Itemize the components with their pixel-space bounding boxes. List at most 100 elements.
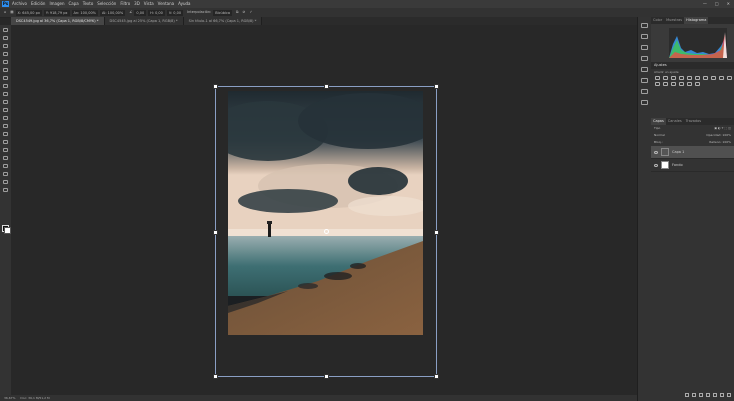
history-brush-tool-icon[interactable] <box>2 108 9 113</box>
exposure-icon[interactable] <box>679 76 684 80</box>
filter-icons[interactable]: ▣ ◐ T ⬚ ◫ <box>714 125 731 132</box>
warp-icon[interactable]: ⧉ <box>236 8 239 17</box>
character-panel-icon[interactable] <box>641 78 648 83</box>
reference-point-icon[interactable] <box>324 229 329 234</box>
dodge-tool-icon[interactable] <box>2 140 9 145</box>
eyedropper-tool-icon[interactable] <box>2 76 9 81</box>
blend-mode-select[interactable]: Normal <box>654 132 665 139</box>
shape-tool-icon[interactable] <box>2 172 9 177</box>
lasso-tool-icon[interactable] <box>2 44 9 49</box>
transform-handle-bottom-center[interactable] <box>324 374 329 379</box>
history-panel-icon[interactable] <box>641 23 648 28</box>
transform-handle-top-left[interactable] <box>213 84 218 89</box>
tab-document-2[interactable]: DSC4545.jpg al 25% (Capa 1, RGB/8) * <box>104 17 184 25</box>
transform-handle-middle-right[interactable] <box>434 230 439 235</box>
transform-handle-bottom-right[interactable] <box>434 374 439 379</box>
quick-select-tool-icon[interactable] <box>2 52 9 57</box>
commit-transform-icon[interactable]: ✓ <box>249 8 252 17</box>
hskew-field[interactable]: H: 0,00 <box>148 9 165 16</box>
crop-tool-icon[interactable] <box>2 60 9 65</box>
layer-row-capa-1[interactable]: Capa 1 <box>651 146 734 159</box>
zoom-level[interactable]: 36,67% <box>4 396 15 400</box>
layer-filter-select[interactable]: Tipo <box>654 125 660 132</box>
invert-icon[interactable] <box>663 82 668 86</box>
selective-color-icon[interactable] <box>695 82 700 86</box>
opacity-field[interactable]: Opacidad: 100% <box>706 132 731 139</box>
type-tool-icon[interactable] <box>2 156 9 161</box>
brush-settings-icon[interactable] <box>641 56 648 61</box>
clone-stamp-tool-icon[interactable] <box>2 100 9 105</box>
brightness-contrast-icon[interactable] <box>655 76 660 80</box>
visibility-eye-icon[interactable] <box>654 163 658 167</box>
close-button[interactable]: ✕ <box>727 0 730 8</box>
info-panel-icon[interactable] <box>641 45 648 50</box>
maximize-button[interactable]: □ <box>715 0 719 8</box>
levels-icon[interactable] <box>663 76 668 80</box>
adjustments-title[interactable]: Ajustes <box>651 62 734 69</box>
tab-document-1[interactable]: DSC4549.jpg al 36,7% (Capa 1, RGB/8/CMYK… <box>11 17 105 25</box>
reference-point-icon[interactable]: ▦ <box>10 8 13 17</box>
pen-tool-icon[interactable] <box>2 148 9 153</box>
fill-field[interactable]: Relleno: 100% <box>709 139 731 146</box>
path-select-tool-icon[interactable] <box>2 164 9 169</box>
interpolation-select[interactable]: Bicúbica <box>213 9 233 16</box>
menu-capa[interactable]: Capa <box>69 0 79 8</box>
tab-layers[interactable]: Capas <box>651 118 666 125</box>
home-icon[interactable]: ⌂ <box>4 8 6 17</box>
background-color-swatch[interactable] <box>4 227 11 234</box>
layer-style-icon[interactable] <box>692 393 696 397</box>
link-layers-icon[interactable] <box>685 393 689 397</box>
angle-field[interactable]: 0,00 <box>134 9 147 16</box>
color-lookup-icon[interactable] <box>655 82 660 86</box>
menu-filtro[interactable]: Filtro <box>120 0 130 8</box>
vibrance-icon[interactable] <box>687 76 692 80</box>
glyphs-panel-icon[interactable] <box>641 89 648 94</box>
tab-document-3[interactable]: Sin título-1 al 66,7% (Capa 1, RGB/8) * <box>183 17 263 25</box>
tab-swatches[interactable]: Muestras <box>664 17 684 24</box>
delete-layer-icon[interactable] <box>727 393 731 397</box>
blur-tool-icon[interactable] <box>2 132 9 137</box>
transform-handle-bottom-left[interactable] <box>213 374 218 379</box>
group-icon[interactable] <box>713 393 717 397</box>
channel-mixer-icon[interactable] <box>727 76 732 80</box>
healing-brush-tool-icon[interactable] <box>2 84 9 89</box>
x-field[interactable]: X: 645,00 px <box>15 9 42 16</box>
vskew-field[interactable]: V: 0,00 <box>166 9 184 16</box>
adjustment-layer-icon[interactable] <box>706 393 710 397</box>
hue-saturation-icon[interactable] <box>695 76 700 80</box>
zoom-tool-icon[interactable] <box>2 188 9 193</box>
height-field[interactable]: Al: 100,00% <box>100 9 126 16</box>
visibility-eye-icon[interactable] <box>654 150 658 154</box>
hand-tool-icon[interactable] <box>2 180 9 185</box>
tab-paths[interactable]: Trazados <box>684 118 703 125</box>
posterize-icon[interactable] <box>671 82 676 86</box>
color-balance-icon[interactable] <box>703 76 708 80</box>
menu-3d[interactable]: 3D <box>134 0 140 8</box>
add-mask-icon[interactable] <box>699 393 703 397</box>
cancel-transform-icon[interactable]: ⊘ <box>243 8 246 17</box>
black-white-icon[interactable] <box>711 76 716 80</box>
transform-handle-top-right[interactable] <box>434 84 439 89</box>
frame-tool-icon[interactable] <box>2 68 9 73</box>
transform-handle-middle-left[interactable] <box>213 230 218 235</box>
curves-icon[interactable] <box>671 76 676 80</box>
free-transform-box[interactable] <box>213 84 439 379</box>
tab-channels[interactable]: Canales <box>666 118 684 125</box>
paragraph-panel-icon[interactable] <box>641 67 648 72</box>
menu-ayuda[interactable]: Ayuda <box>178 0 190 8</box>
width-field[interactable]: An: 100,00% <box>71 9 98 16</box>
threshold-icon[interactable] <box>679 82 684 86</box>
eraser-tool-icon[interactable] <box>2 116 9 121</box>
tab-histogram[interactable]: Histograma <box>684 17 709 24</box>
minimize-button[interactable]: — <box>703 0 707 8</box>
new-layer-icon[interactable] <box>720 393 724 397</box>
menu-seleccion[interactable]: Selección <box>97 0 116 8</box>
properties-panel-icon[interactable] <box>641 34 648 39</box>
y-field[interactable]: Y: 918,79 px <box>43 9 70 16</box>
menu-imagen[interactable]: Imagen <box>49 0 64 8</box>
menu-vista[interactable]: Vista <box>144 0 154 8</box>
menu-archivo[interactable]: Archivo <box>12 0 27 8</box>
photo-filter-icon[interactable] <box>719 76 724 80</box>
menu-ventana[interactable]: Ventana <box>158 0 174 8</box>
gradient-tool-icon[interactable] <box>2 124 9 129</box>
